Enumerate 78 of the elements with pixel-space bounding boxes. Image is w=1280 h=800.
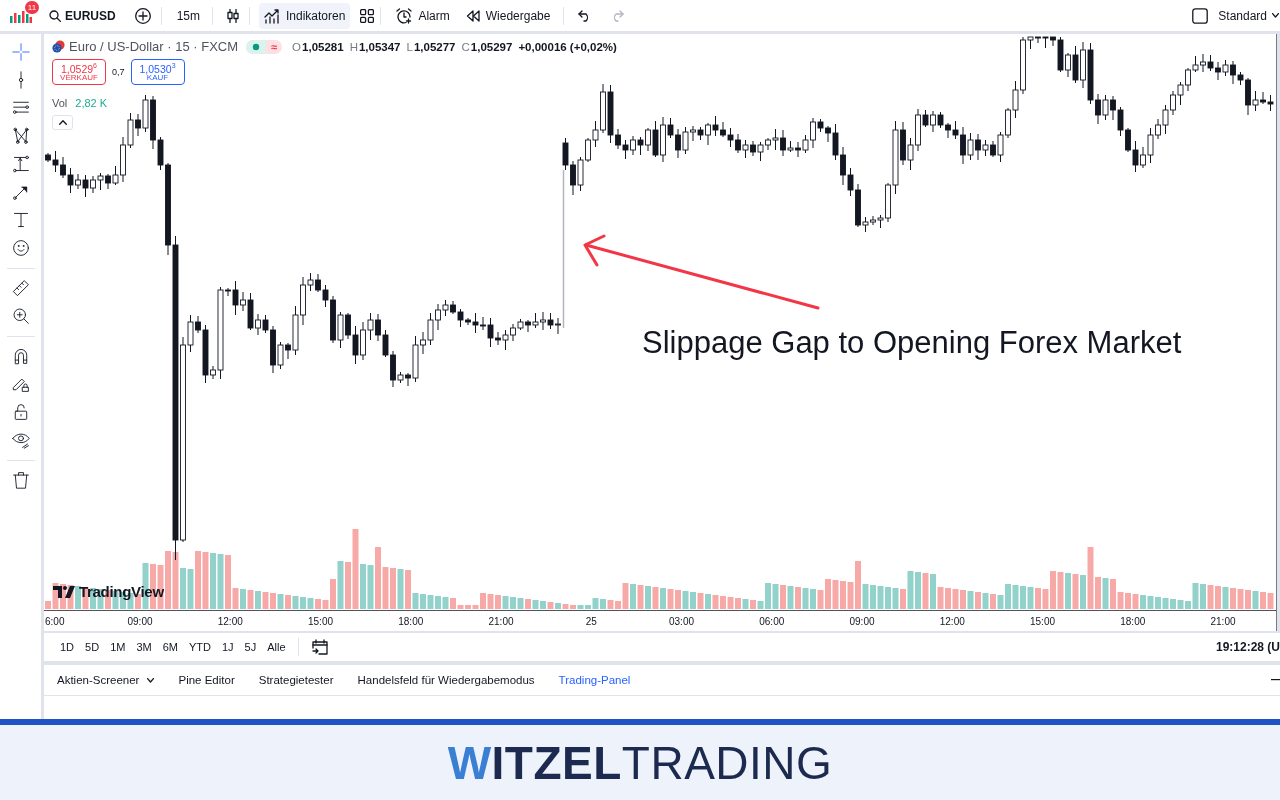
time-axis-label: 18:00: [398, 616, 424, 627]
chevron-up-icon: [58, 120, 67, 125]
time-axis-label: 15:00: [1030, 616, 1055, 627]
time-axis-label: 12:00: [939, 616, 965, 627]
ohlc-value: O1,05281: [292, 40, 344, 53]
range-button[interactable]: YTD: [183, 641, 216, 653]
indicators-button[interactable]: Indikatoren: [259, 2, 351, 29]
parallel-lines-icon[interactable]: [11, 99, 30, 117]
range-button[interactable]: 3M: [131, 641, 157, 653]
time-axis-label: 6:00: [45, 616, 65, 627]
bar-chart-icon[interactable]: [10, 8, 32, 23]
add-circle-icon[interactable]: [134, 7, 151, 24]
range-button[interactable]: 1J: [216, 641, 239, 653]
volume-value: 2,82 K: [75, 97, 108, 109]
range-button[interactable]: 5D: [80, 641, 105, 653]
alert-button[interactable]: Alarm: [391, 2, 455, 29]
time-axis-label: 09:00: [127, 616, 153, 627]
search-icon: [49, 9, 61, 22]
square-icon[interactable]: [1192, 7, 1209, 24]
interval-button[interactable]: 15m: [171, 2, 205, 29]
text-icon[interactable]: [11, 211, 30, 229]
spread-value: 0,7: [112, 67, 125, 77]
range-button[interactable]: 6M: [157, 641, 183, 653]
instrument-title[interactable]: Euro / US-Dollar · 15 · FXCM: [69, 39, 239, 54]
chevron-down-icon: [147, 677, 155, 683]
range-button[interactable]: 1D: [55, 641, 80, 653]
line-chart-icon: [264, 7, 280, 24]
logo-text: TradingView: [79, 583, 164, 600]
eye-icon[interactable]: [11, 431, 30, 449]
time-axis-label: 12:00: [217, 616, 243, 627]
alarm-clock-icon: [396, 7, 413, 24]
volume-label: Vol: [52, 97, 68, 109]
symbol-search-button[interactable]: EURUSD: [49, 8, 116, 23]
time-axis-label: 09:00: [849, 616, 875, 627]
annotation-text: Slippage Gap to Opening Forex Market: [642, 325, 1182, 361]
replay-button[interactable]: Wiedergabe: [460, 2, 556, 29]
panel-tab[interactable]: Pine Editor: [171, 665, 242, 695]
ohlc-value: H1,05347: [349, 40, 401, 53]
candlestick-icon[interactable]: [226, 8, 240, 23]
time-axis-label: 15:00: [308, 616, 333, 627]
grid-icon[interactable]: [360, 8, 375, 23]
chevron-down-icon[interactable]: [1272, 13, 1279, 18]
ohlc-value: C1,05297: [461, 40, 513, 53]
smiley-icon[interactable]: [11, 239, 30, 257]
price-change: +0,00016 (+0,02%): [518, 40, 617, 53]
time-axis-label: 06:00: [759, 616, 785, 627]
logo-icon: [53, 585, 75, 598]
range-button[interactable]: Alle: [262, 641, 291, 653]
rewind-icon: [465, 8, 480, 23]
time-axis-label: 18:00: [1120, 616, 1146, 627]
ruler-icon[interactable]: [11, 279, 30, 297]
range-button[interactable]: 1M: [105, 641, 131, 653]
connected-points-icon[interactable]: [11, 127, 30, 145]
time-axis-label: 25: [585, 616, 597, 627]
sell-button[interactable]: 1,0529$^{6}$ VERKAUF: [52, 59, 106, 85]
zoom-in-icon[interactable]: [11, 307, 30, 325]
clock-text: 19:12:28 (U: [1215, 640, 1280, 654]
calendar-icon[interactable]: [311, 639, 328, 655]
layout-name[interactable]: Standard: [1218, 8, 1267, 23]
time-axis-label: 21:00: [1210, 616, 1236, 627]
panel-tab[interactable]: Trading-Panel: [551, 665, 638, 695]
minimize-icon[interactable]: [1271, 679, 1280, 681]
brand-logo: WITZELTRADING: [447, 739, 833, 786]
panel-tab[interactable]: Handelsfeld für Wiedergabemodus: [350, 665, 542, 695]
trend-line-icon[interactable]: [11, 183, 30, 201]
panel-tab[interactable]: Aktien-Screener: [50, 665, 162, 695]
notification-badge: 11: [25, 0, 39, 14]
range-button[interactable]: 5J: [239, 641, 262, 653]
bracket-icon[interactable]: [11, 155, 30, 173]
panel-tab[interactable]: Strategietester: [251, 665, 341, 695]
delay-indicator: ≈: [266, 39, 283, 54]
ohlc-value: L1,05277: [406, 40, 456, 53]
time-axis-label: 21:00: [488, 616, 514, 627]
time-axis-label: 03:00: [669, 616, 694, 627]
trash-icon[interactable]: [11, 471, 30, 489]
collapse-button[interactable]: [52, 115, 73, 130]
buy-button[interactable]: 1,0530$^{3}$ KAUF: [130, 59, 185, 85]
currency-flag-icon: [52, 40, 65, 53]
